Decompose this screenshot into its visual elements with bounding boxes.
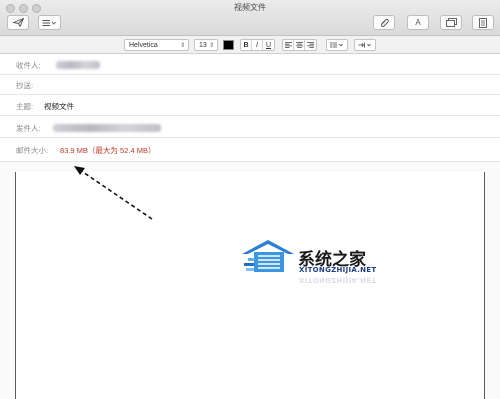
watermark-site: XITONGZHIJIA.NET xyxy=(299,266,377,274)
watermark-site-reflection: XITONGZHIJIA.NET xyxy=(299,276,377,284)
annotation-arrow xyxy=(74,166,153,220)
house-logo-icon xyxy=(242,240,294,272)
